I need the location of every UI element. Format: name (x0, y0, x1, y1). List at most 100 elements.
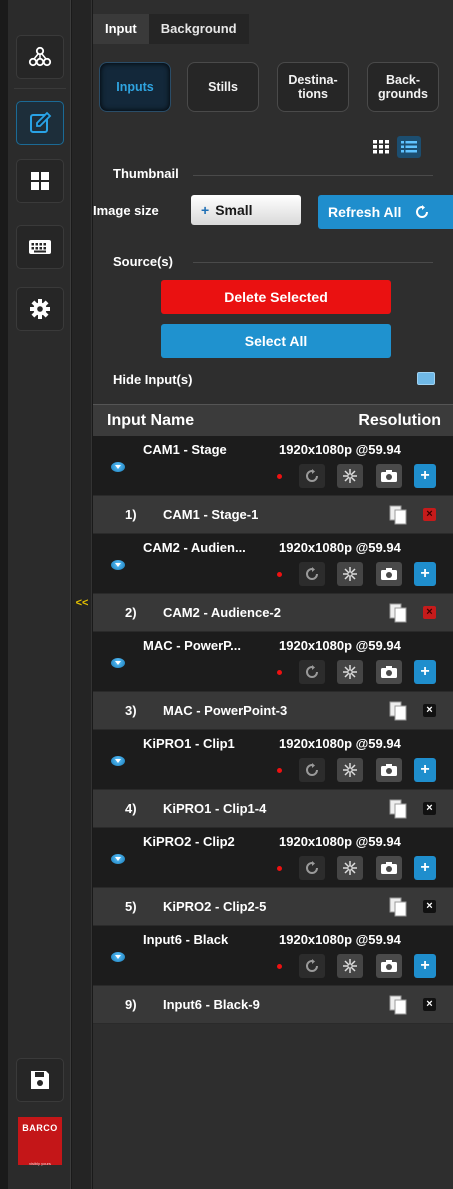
input-row[interactable]: CAM1 - Stage 1920x1080p @59.94 + (93, 436, 453, 496)
plus-icon: + (420, 467, 430, 484)
copy-still-button[interactable] (388, 700, 408, 722)
plus-icon: + (420, 957, 430, 974)
input-name-column-header: Input Name (107, 412, 195, 429)
copy-still-button[interactable] (388, 896, 408, 918)
list-view-icon (401, 141, 417, 153)
refresh-thumbnail-button[interactable] (299, 660, 325, 684)
copy-still-button[interactable] (388, 994, 408, 1016)
capture-still-button[interactable] (376, 856, 402, 880)
plus-icon: + (420, 859, 430, 876)
gear-icon (30, 299, 50, 319)
input-name: MAC - PowerP... (143, 638, 242, 653)
refresh-thumbnail-button[interactable] (299, 954, 325, 978)
freeze-button[interactable] (337, 856, 363, 880)
select-all-button[interactable]: Select All (161, 324, 391, 358)
input-row[interactable]: CAM2 - Audien... 1920x1080p @59.94 + (93, 534, 453, 594)
hide-inputs-checkbox[interactable] (417, 372, 435, 385)
segment-stills[interactable]: Stills (187, 62, 259, 112)
tab-input[interactable]: Input (93, 14, 149, 44)
refresh-thumbnail-button[interactable] (299, 856, 325, 880)
input-resolution: 1920x1080p @59.94 (279, 442, 401, 457)
live-indicator-icon (277, 474, 282, 479)
input-row[interactable]: Input6 - Black 1920x1080p @59.94 + (93, 926, 453, 986)
add-to-layer-button[interactable]: + (414, 758, 436, 782)
refresh-all-button[interactable]: Refresh All (318, 195, 453, 229)
add-to-layer-button[interactable]: + (414, 660, 436, 684)
refresh-thumbnail-button[interactable] (299, 464, 325, 488)
input-name: Input6 - Black (143, 932, 229, 947)
add-to-layer-button[interactable]: + (414, 954, 436, 978)
delete-still-close-icon[interactable]: × (423, 704, 436, 717)
expand-chevron-icon[interactable] (111, 854, 125, 864)
camera-icon (381, 470, 397, 482)
delete-still-close-icon[interactable]: × (423, 508, 436, 521)
panel-splitter[interactable]: << (72, 0, 92, 1189)
still-row[interactable]: 9) Input6 - Black-9 × (93, 986, 453, 1024)
brand-logo-text: BARCO (22, 1123, 58, 1133)
keyboard-button[interactable] (16, 225, 64, 269)
expand-chevron-icon[interactable] (111, 658, 125, 668)
list-view-button[interactable] (397, 136, 421, 158)
delete-still-close-icon[interactable]: × (423, 998, 436, 1011)
live-indicator-icon (277, 768, 282, 773)
expand-chevron-icon[interactable] (111, 952, 125, 962)
input-row[interactable]: KiPRO2 - Clip2 1920x1080p @59.94 + (93, 828, 453, 888)
capture-still-button[interactable] (376, 464, 402, 488)
copy-still-button[interactable] (388, 798, 408, 820)
resolution-column-header: Resolution (358, 412, 441, 429)
add-to-layer-button[interactable]: + (414, 562, 436, 586)
input-row[interactable]: MAC - PowerP... 1920x1080p @59.94 + (93, 632, 453, 692)
freeze-icon (343, 567, 357, 581)
freeze-button[interactable] (337, 758, 363, 782)
freeze-button[interactable] (337, 954, 363, 978)
network-button[interactable] (16, 35, 64, 79)
freeze-icon (343, 861, 357, 875)
still-row[interactable]: 5) KiPRO2 - Clip2-5 × (93, 888, 453, 926)
segment-destinations[interactable]: Destina- tions (277, 62, 349, 112)
tab-background[interactable]: Background (148, 14, 249, 44)
layout-button[interactable] (16, 159, 64, 203)
add-to-layer-button[interactable]: + (414, 856, 436, 880)
image-size-dropdown[interactable]: + Small (191, 195, 301, 225)
capture-still-button[interactable] (376, 660, 402, 684)
still-row[interactable]: 3) MAC - PowerPoint-3 × (93, 692, 453, 730)
save-button[interactable] (16, 1058, 64, 1102)
freeze-button[interactable] (337, 660, 363, 684)
camera-icon (381, 568, 397, 580)
still-name: MAC - PowerPoint-3 (163, 703, 288, 718)
still-number: 5) (125, 899, 137, 914)
delete-still-close-icon[interactable]: × (423, 900, 436, 913)
segment-backgrounds[interactable]: Back- grounds (367, 62, 439, 112)
freeze-button[interactable] (337, 562, 363, 586)
copy-still-button[interactable] (388, 504, 408, 526)
thumbnail-section-label: Thumbnail (113, 166, 179, 181)
expand-chevron-icon[interactable] (111, 560, 125, 570)
collapse-panel-button[interactable]: << (72, 596, 92, 610)
settings-button[interactable] (16, 287, 64, 331)
delete-selected-button[interactable]: Delete Selected (161, 280, 391, 314)
still-row[interactable]: 4) KiPRO1 - Clip1-4 × (93, 790, 453, 828)
expand-chevron-icon[interactable] (111, 462, 125, 472)
capture-still-button[interactable] (376, 758, 402, 782)
capture-still-button[interactable] (376, 562, 402, 586)
input-row[interactable]: KiPRO1 - Clip1 1920x1080p @59.94 + (93, 730, 453, 790)
segment-inputs[interactable]: Inputs (99, 62, 171, 112)
refresh-icon (306, 665, 318, 678)
refresh-thumbnail-button[interactable] (299, 562, 325, 586)
delete-still-close-icon[interactable]: × (423, 802, 436, 815)
refresh-icon (306, 763, 318, 776)
still-row[interactable]: 1) CAM1 - Stage-1 × (93, 496, 453, 534)
edit-button[interactable] (16, 101, 64, 145)
copy-still-button[interactable] (388, 602, 408, 624)
grid-view-button[interactable] (369, 136, 393, 158)
layout-icon (31, 172, 49, 190)
delete-still-close-icon[interactable]: × (423, 606, 436, 619)
freeze-button[interactable] (337, 464, 363, 488)
refresh-thumbnail-button[interactable] (299, 758, 325, 782)
still-row[interactable]: 2) CAM2 - Audience-2 × (93, 594, 453, 632)
capture-still-button[interactable] (376, 954, 402, 978)
add-to-layer-button[interactable]: + (414, 464, 436, 488)
expand-chevron-icon[interactable] (111, 756, 125, 766)
input-list-header: Input Name Resolution (93, 404, 453, 436)
plus-icon: + (201, 202, 210, 218)
